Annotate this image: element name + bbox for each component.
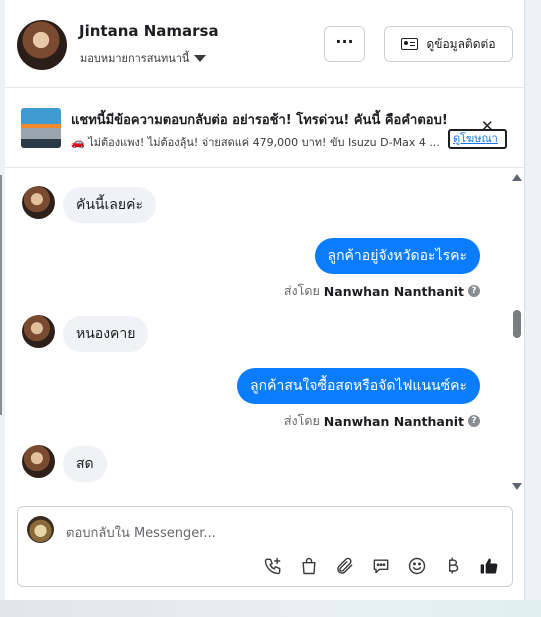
assign-conversation-dropdown[interactable]: มอบหมายการสนทนานี้ (80, 49, 207, 67)
contact-avatar[interactable] (17, 20, 67, 70)
message-outgoing: ลูกค้าอยู่จังหวัดอะไรคะ (314, 238, 480, 274)
chevron-down-icon (194, 54, 207, 62)
close-icon[interactable]: ✕ (481, 119, 494, 134)
ad-thumbnail (21, 108, 61, 148)
reply-composer[interactable]: ตอบกลับใน Messenger... (17, 506, 513, 587)
left-divider (0, 175, 2, 415)
sent-by-prefix: ส่งโดย (283, 413, 320, 428)
paperclip-icon[interactable] (334, 555, 356, 577)
message-incoming: คันนี้เลยค่ะ (63, 187, 156, 223)
contact-card-icon (401, 38, 419, 50)
ad-text: 🚗 ไม่ต้องแพง! ไม่ต้องลุ้น! จ่ายสดแค่ 479… (71, 133, 449, 151)
more-options-button[interactable]: ··· (324, 26, 365, 62)
conversation-panel: Jintana Namarsa มอบหมายการสนทนานี้ ··· ด… (5, 0, 525, 600)
background-strip (0, 600, 541, 617)
emoji-icon[interactable] (406, 555, 428, 577)
baht-icon[interactable] (442, 555, 464, 577)
scroll-down-arrow[interactable] (512, 483, 522, 490)
ad-banner: แชทนี้มีข้อความตอบกลับต่อ อย่ารอช้า! โทร… (5, 88, 525, 168)
assign-label: มอบหมายการสนทนานี้ (80, 52, 190, 65)
chat-bubble-icon[interactable] (370, 555, 392, 577)
message-incoming: สด (63, 446, 107, 482)
message-incoming: หนองคาย (63, 316, 149, 352)
sender-name: Nanwhan Nanthanit (323, 413, 464, 429)
scroll-up-arrow[interactable] (512, 174, 522, 181)
contact-name[interactable]: Jintana Namarsa (79, 22, 219, 40)
ad-title: แชทนี้มีข้อความตอบกลับต่อ อย่ารอช้า! โทร… (71, 113, 448, 128)
page-avatar (27, 516, 54, 543)
help-icon[interactable]: ? (468, 285, 480, 297)
scrollbar-thumb[interactable] (513, 310, 521, 338)
sender-avatar (22, 445, 55, 478)
sent-by-line: ส่งโดย Nanwhan Nanthanit ? (284, 411, 480, 431)
car-icon: 🚗 (71, 136, 85, 149)
view-ad-link[interactable]: ดูโฆษณา (448, 129, 507, 149)
sender-name: Nanwhan Nanthanit (323, 283, 464, 299)
thumbs-up-icon[interactable] (478, 555, 500, 577)
reply-input[interactable]: ตอบกลับใน Messenger... (66, 522, 216, 543)
message-outgoing: ลูกค้าสนใจซื้อสดหรือจัดไฟแนนซ์คะ (237, 368, 480, 404)
help-icon[interactable]: ? (468, 415, 480, 427)
view-contact-button[interactable]: ดูข้อมูลติดต่อ (384, 26, 513, 62)
sent-by-line: ส่งโดย Nanwhan Nanthanit ? (284, 281, 480, 301)
phone-plus-icon[interactable] (262, 555, 284, 577)
sender-avatar (22, 315, 55, 348)
sent-by-prefix: ส่งโดย (283, 283, 320, 298)
ad-description: ไม่ต้องแพง! ไม่ต้องลุ้น! จ่ายสดแค่ 479,0… (84, 136, 440, 149)
conversation-header: Jintana Namarsa มอบหมายการสนทนานี้ ··· ด… (5, 0, 525, 88)
message-list: คันนี้เลยค่ะ ลูกค้าอยู่จังหวัดอะไรคะ ส่ง… (5, 169, 525, 499)
composer-toolbar (262, 554, 500, 578)
view-contact-label: ดูข้อมูลติดต่อ (426, 36, 496, 51)
shopping-bag-icon[interactable] (298, 555, 320, 577)
sender-avatar (22, 186, 55, 219)
